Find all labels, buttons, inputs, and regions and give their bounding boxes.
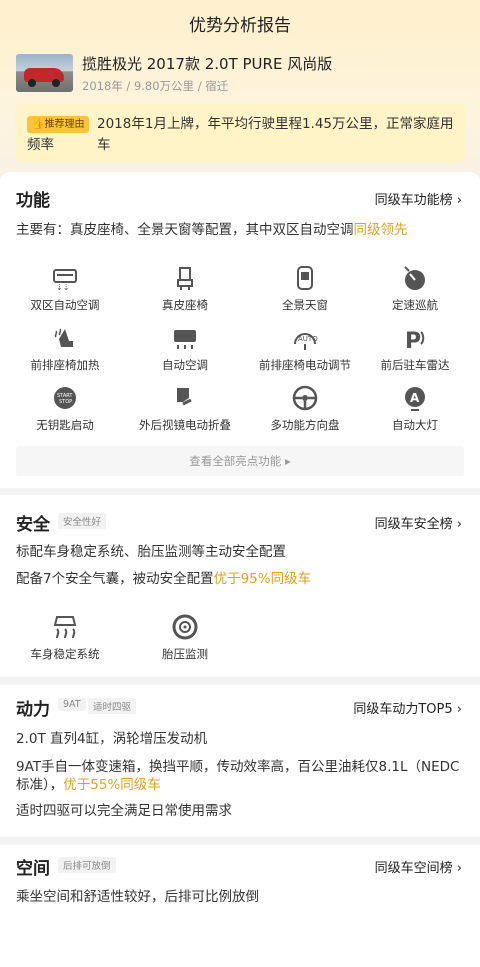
svg-text:P: P xyxy=(405,329,421,352)
feature-label: 前排座椅加热 xyxy=(30,358,100,372)
feature-label: 自动大灯 xyxy=(392,418,438,432)
safety-title: 安全 xyxy=(16,515,50,535)
space-line1: 乘坐空间和舒适性较好，后排可比例放倒 xyxy=(16,889,259,905)
feature-label: 双区自动空调 xyxy=(30,298,100,312)
power-tag-gearbox: 9AT xyxy=(58,698,86,711)
thumbs-up-icon: 👍 xyxy=(32,119,45,130)
chevron-right-icon: › xyxy=(456,702,462,717)
function-rank-label: 同级车功能榜 xyxy=(374,193,453,208)
recommend-badge-label: 推荐理由 xyxy=(44,119,85,130)
power-tag-drive: 适时四驱 xyxy=(88,698,137,714)
page-title: 优势分析报告 xyxy=(189,16,291,36)
safety-feature-item[interactable]: 车身稳定系统 xyxy=(10,613,120,662)
svg-text:⇣⇣: ⇣⇣ xyxy=(56,283,69,292)
space-rank-link[interactable]: 同级车空间榜 › xyxy=(375,857,462,876)
feature-label: 真皮座椅 xyxy=(162,298,208,312)
chevron-right-icon: › xyxy=(456,517,462,532)
recommend-badge: 👍推荐理由 xyxy=(27,116,90,133)
safety-tag: 安全性好 xyxy=(58,513,107,529)
feature-item[interactable]: A 自动大灯 xyxy=(360,384,470,433)
feature-label: 前排座椅电动调节 xyxy=(259,358,351,372)
power-line1: 2.0T 直列4缸，涡轮增压发动机 xyxy=(16,731,208,747)
feature-item[interactable]: 真皮座椅 xyxy=(130,264,240,313)
feature-item[interactable]: 自动空调 xyxy=(130,324,240,373)
safety-card: 安全 安全性好 同级车安全榜 › 标配车身稳定系统、胎压监测等主动安全配置 配备… xyxy=(0,495,480,677)
auto-headlight-icon: A xyxy=(401,384,429,412)
keyless-start-icon: START STOP xyxy=(51,384,79,412)
feature-item[interactable]: 定速巡航 xyxy=(360,264,470,313)
safety-line2-highlight: 优于95%同级车 xyxy=(213,571,312,587)
power-card: 动力 9AT 适时四驱 同级车动力TOP5 › 2.0T 直列4缸，涡轮增压发动… xyxy=(0,685,480,837)
chevron-right-icon: › xyxy=(456,861,462,876)
feature-item[interactable]: 前排座椅加热 xyxy=(10,324,120,373)
space-card: 空间 后排可放倒 同级车空间榜 › 乘坐空间和舒适性较好，后排可比例放倒 xyxy=(0,845,480,967)
parking-radar-icon: P xyxy=(401,324,429,354)
power-line3: 标准），优于55%同级车 xyxy=(16,774,161,796)
safety-line2: 配备7个安全气囊，被动安全配置优于95%同级车 xyxy=(16,568,311,590)
car-meta: 2018年 / 9.80万公里 / 宿迁 xyxy=(82,79,229,93)
function-card: 功能 同级车功能榜 › 主要有：真皮座椅、全景天窗等配置，其中双区自动空调同级领… xyxy=(0,172,480,488)
safety-feature-label: 胎压监测 xyxy=(162,647,208,661)
mirror-fold-icon xyxy=(171,384,199,412)
panoramic-sunroof-icon xyxy=(291,264,319,292)
cruise-control-icon xyxy=(401,264,429,292)
feature-item[interactable]: 外后视镜电动折叠 xyxy=(130,384,240,433)
view-all-features-button[interactable]: 查看全部亮点功能 ▸ xyxy=(16,446,464,476)
power-line4: 适时四驱可以完全满足日常使用需求 xyxy=(16,803,232,819)
feature-item[interactable]: 多功能方向盘 xyxy=(250,384,360,433)
function-rank-link[interactable]: 同级车功能榜 › xyxy=(375,189,462,208)
space-tag: 后排可放倒 xyxy=(58,857,116,873)
svg-text:AUTO: AUTO xyxy=(298,335,318,343)
svg-text:A: A xyxy=(410,391,420,405)
feature-label: 多功能方向盘 xyxy=(270,418,340,432)
feature-item[interactable]: AUTO 前排座椅电动调节 xyxy=(250,324,360,373)
space-rank-label: 同级车空间榜 xyxy=(374,861,453,876)
safety-feature-item[interactable]: 胎压监测 xyxy=(130,613,240,662)
feature-item[interactable]: 全景天窗 xyxy=(250,264,360,313)
safety-feature-label: 车身稳定系统 xyxy=(30,647,100,661)
feature-label: 无钥匙启动 xyxy=(36,418,94,432)
power-line3-highlight: 优于55%同级车 xyxy=(63,777,161,793)
safety-rank-link[interactable]: 同级车安全榜 › xyxy=(375,513,462,532)
recommend-text-line1: 2018年1月上牌，年平均行驶里程1.45万公里，正常家庭用车 xyxy=(97,116,454,153)
power-seat-icon: AUTO xyxy=(291,324,319,352)
recommend-reason: 👍推荐理由 2018年1月上牌，年平均行驶里程1.45万公里，正常家庭用车 频率 xyxy=(15,104,465,162)
car-name: 揽胜极光 2017款 2.0T PURE 风尚版 xyxy=(82,55,333,73)
feature-label: 自动空调 xyxy=(162,358,208,372)
chevron-right-icon: › xyxy=(456,193,462,208)
feature-label: 外后视镜电动折叠 xyxy=(139,418,231,432)
leather-seat-icon xyxy=(171,264,199,292)
report-header: 优势分析报告 揽胜极光 2017款 2.0T PURE 风尚版 2018年 / … xyxy=(0,0,480,185)
safety-line2-text: 配备7个安全气囊，被动安全配置 xyxy=(16,571,214,587)
feature-item[interactable]: ⇣⇣ 双区自动空调 xyxy=(10,264,120,313)
power-line3-text: 标准）， xyxy=(16,777,64,793)
function-summary-text: 主要有：真皮座椅、全景天窗等配置，其中双区自动空调 xyxy=(16,222,354,238)
feature-label: 定速巡航 xyxy=(392,298,438,312)
car-thumbnail[interactable] xyxy=(16,54,73,92)
function-summary: 主要有：真皮座椅、全景天窗等配置，其中双区自动空调同级领先 xyxy=(16,219,408,241)
feature-item[interactable]: START STOP 无钥匙启动 xyxy=(10,384,120,433)
auto-ac-icon xyxy=(171,324,199,352)
feature-item[interactable]: P 前后驻车雷达 xyxy=(360,324,470,373)
dual-zone-ac-icon: ⇣⇣ xyxy=(51,264,79,292)
recommend-text-line2: 频率 xyxy=(27,137,54,153)
space-title: 空间 xyxy=(16,859,50,879)
svg-text:STOP: STOP xyxy=(59,399,72,405)
function-summary-highlight: 同级领先 xyxy=(353,222,408,238)
stability-control-icon xyxy=(51,613,79,641)
safety-line1: 标配车身稳定系统、胎压监测等主动安全配置 xyxy=(16,544,286,560)
view-all-features-label: 查看全部亮点功能 xyxy=(189,454,282,468)
steering-wheel-icon xyxy=(291,384,319,412)
tire-pressure-icon xyxy=(171,613,199,641)
feature-label: 全景天窗 xyxy=(282,298,328,312)
power-rank-label: 同级车动力TOP5 xyxy=(353,702,453,717)
triangle-right-icon: ▸ xyxy=(284,454,291,468)
seat-heating-icon xyxy=(51,324,79,352)
safety-rank-label: 同级车安全榜 xyxy=(374,517,453,532)
power-title: 动力 xyxy=(16,700,50,720)
feature-label: 前后驻车雷达 xyxy=(380,358,450,372)
function-title: 功能 xyxy=(16,191,50,211)
power-rank-link[interactable]: 同级车动力TOP5 › xyxy=(353,698,462,717)
